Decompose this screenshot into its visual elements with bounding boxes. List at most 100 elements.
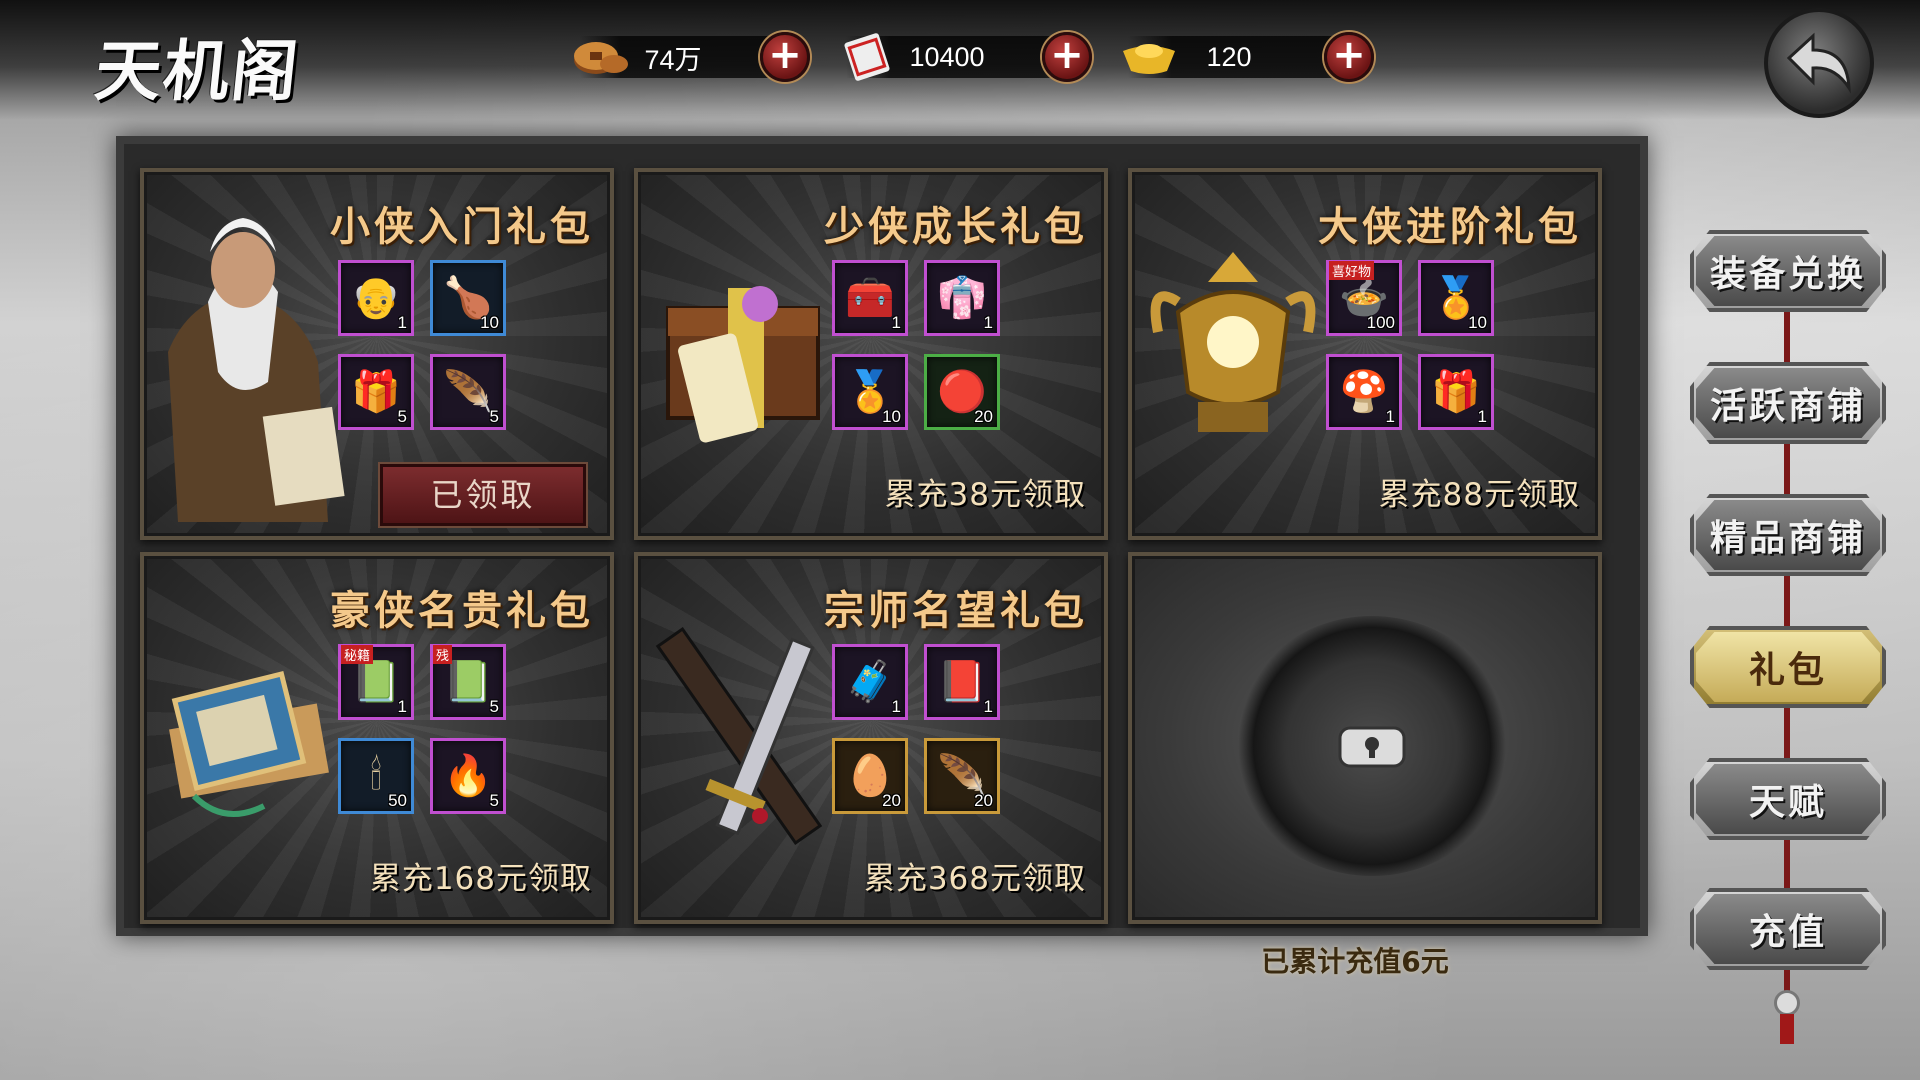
claim-condition[interactable]: 累充88元领取 bbox=[1379, 469, 1580, 514]
reward-item[interactable]: 🔥 5 bbox=[430, 738, 506, 814]
golden-feather-icon: 🪶 bbox=[443, 369, 493, 415]
treasure-box-icon: 🎁 bbox=[351, 369, 401, 415]
reward-item[interactable]: 🪶 5 bbox=[430, 354, 506, 430]
reward-item[interactable]: 秘籍 📗 1 bbox=[338, 644, 414, 720]
reward-item[interactable]: 🧰 1 bbox=[832, 260, 908, 336]
item-qty: 1 bbox=[1385, 407, 1395, 426]
secret-manual-icon: 📗 bbox=[351, 659, 401, 705]
copper-value: 74万 bbox=[644, 44, 702, 75]
pack-title: 少侠成长礼包 bbox=[824, 203, 1088, 250]
claimed-button[interactable]: 已领取 bbox=[380, 464, 586, 526]
pack-items: 🧰 1 👘 1 🏅 10 🔴 20 bbox=[832, 260, 1012, 430]
item-qty: 1 bbox=[397, 313, 407, 332]
food-plate-icon: 🍲 bbox=[1339, 275, 1389, 321]
wooden-chest-icon: 🧳 bbox=[845, 659, 895, 705]
manual-fragment-icon: 📗 bbox=[443, 659, 493, 705]
claim-condition[interactable]: 累充368元领取 bbox=[864, 853, 1086, 898]
pack-items: 👴 1 🍗 10 🎁 5 🪶 5 bbox=[338, 260, 518, 430]
back-button[interactable] bbox=[1764, 8, 1874, 118]
tab-label: 装备兑换 bbox=[1709, 254, 1866, 295]
incense-sticks-icon: 🕯 bbox=[370, 753, 382, 799]
pack-items: 秘籍 📗 1 残 📗 5 🕯 50 🔥 5 bbox=[338, 644, 518, 814]
surprise-chest-art bbox=[648, 268, 838, 452]
sword-art bbox=[644, 626, 834, 860]
treasure-box-icon: 🎁 bbox=[1431, 369, 1481, 415]
resource-ticket: 10400 + bbox=[844, 32, 1092, 82]
pack-title: 宗师名望礼包 bbox=[824, 587, 1088, 634]
gift-board: 小侠入门礼包 👴 1 🍗 10 🎁 5 🪶 5 已领取 少侠成长礼包 🧰 1 👘 1 🏅 10… bbox=[116, 136, 1648, 936]
item-qty: 10 bbox=[480, 313, 499, 332]
reward-item[interactable]: 🕯 50 bbox=[338, 738, 414, 814]
gold-token-icon: 🏅 bbox=[845, 369, 895, 415]
purple-robe-icon: 👘 bbox=[937, 275, 987, 321]
pack-items: 🧳 1 📕 1 🥚 20 🪶 20 bbox=[832, 644, 1012, 814]
item-qty: 20 bbox=[882, 791, 901, 810]
gift-pack-premium: 豪侠名贵礼包 秘籍 📗 1 残 📗 5 🕯 50 🔥 5 累充168元领取 bbox=[140, 552, 614, 924]
reward-item[interactable]: 🎁 1 bbox=[1418, 354, 1494, 430]
tab-recharge[interactable]: 充值 bbox=[1690, 888, 1886, 970]
reward-item[interactable]: 🥚 20 bbox=[832, 738, 908, 814]
page-title: 天机阁 bbox=[91, 32, 304, 110]
locked-pack-slot bbox=[1128, 552, 1602, 924]
tassel-ornament bbox=[1774, 990, 1800, 1016]
reward-item[interactable]: 🏅 10 bbox=[832, 354, 908, 430]
item-qty: 10 bbox=[1468, 313, 1487, 332]
reward-item[interactable]: 🎁 5 bbox=[338, 354, 414, 430]
tab-activity-shop[interactable]: 活跃商铺 bbox=[1690, 362, 1886, 444]
lock-icon bbox=[1336, 720, 1408, 776]
reward-item[interactable]: 喜好物 🍲 100 bbox=[1326, 260, 1402, 336]
gold-value: 120 bbox=[1206, 41, 1252, 72]
reward-item[interactable]: 🧳 1 bbox=[832, 644, 908, 720]
tab-gift-pack[interactable]: 礼包 bbox=[1690, 626, 1886, 708]
ticket-value: 10400 bbox=[909, 41, 985, 72]
total-recharge-text: 已累计充值6元 bbox=[1261, 945, 1449, 978]
item-qty: 1 bbox=[891, 313, 901, 332]
reward-item[interactable]: 📕 1 bbox=[924, 644, 1000, 720]
item-qty: 1 bbox=[983, 697, 993, 716]
lingzhi-mushroom-icon: 🍄 bbox=[1339, 369, 1389, 415]
tab-label: 活跃商铺 bbox=[1709, 386, 1866, 427]
reward-item[interactable]: 👴 1 bbox=[338, 260, 414, 336]
resource-copper: 74万 + bbox=[574, 32, 810, 82]
item-qty: 10 bbox=[882, 407, 901, 426]
armor-book-icon: 📕 bbox=[937, 659, 987, 705]
claim-condition[interactable]: 累充168元领取 bbox=[370, 853, 592, 898]
back-arrow-icon bbox=[1786, 32, 1851, 94]
pack-items: 喜好物 🍲 100 🏅 10 🍄 1 🎁 1 bbox=[1326, 260, 1506, 430]
pack-title: 豪侠名贵礼包 bbox=[330, 587, 594, 634]
item-qty: 20 bbox=[974, 791, 993, 810]
tab-equipment-exchange[interactable]: 装备兑换 bbox=[1690, 230, 1886, 312]
add-copper-button[interactable]: + bbox=[760, 32, 810, 82]
item-qty: 1 bbox=[1477, 407, 1487, 426]
gift-pack-growth: 少侠成长礼包 🧰 1 👘 1 🏅 10 🔴 20 累充38元领取 bbox=[634, 168, 1108, 540]
reward-item[interactable]: 🔴 20 bbox=[924, 354, 1000, 430]
elder-portrait bbox=[148, 192, 348, 526]
reward-item[interactable]: 👘 1 bbox=[924, 260, 1000, 336]
tab-talent[interactable]: 天赋 bbox=[1690, 758, 1886, 840]
item-qty: 1 bbox=[397, 697, 407, 716]
claim-condition[interactable]: 累充38元领取 bbox=[885, 469, 1086, 514]
reward-item[interactable]: 🪶 20 bbox=[924, 738, 1000, 814]
reward-item[interactable]: 🏅 10 bbox=[1418, 260, 1494, 336]
item-qty: 1 bbox=[983, 313, 993, 332]
golden-censer-art bbox=[1148, 242, 1318, 456]
manual-books-art bbox=[154, 656, 344, 840]
tab-premium-shop[interactable]: 精品商铺 bbox=[1690, 494, 1886, 576]
gift-pack-master: 宗师名望礼包 🧳 1 📕 1 🥚 20 🪶 20 累充368元领取 bbox=[634, 552, 1108, 924]
gift-pack-novice: 小侠入门礼包 👴 1 🍗 10 🎁 5 🪶 5 已领取 bbox=[140, 168, 614, 540]
tab-label: 礼包 bbox=[1748, 650, 1827, 691]
pack-title: 小侠入门礼包 bbox=[330, 203, 594, 250]
pack-title: 大侠进阶礼包 bbox=[1318, 203, 1582, 250]
item-qty: 20 bbox=[974, 407, 993, 426]
reward-item[interactable]: 残 📗 5 bbox=[430, 644, 506, 720]
gift-pack-advanced: 大侠进阶礼包 喜好物 🍲 100 🏅 10 🍄 1 🎁 1 累充88元领取 bbox=[1128, 168, 1602, 540]
add-gold-button[interactable]: + bbox=[1324, 32, 1374, 82]
hero-card-icon: 👴 bbox=[351, 275, 401, 321]
reward-item[interactable]: 🍄 1 bbox=[1326, 354, 1402, 430]
add-ticket-button[interactable]: + bbox=[1042, 32, 1092, 82]
item-qty: 100 bbox=[1366, 313, 1395, 332]
item-qty: 5 bbox=[489, 407, 499, 426]
tassel-cord bbox=[1780, 1014, 1794, 1044]
reward-item[interactable]: 🍗 10 bbox=[430, 260, 506, 336]
roast-chicken-icon: 🍗 bbox=[443, 275, 493, 321]
